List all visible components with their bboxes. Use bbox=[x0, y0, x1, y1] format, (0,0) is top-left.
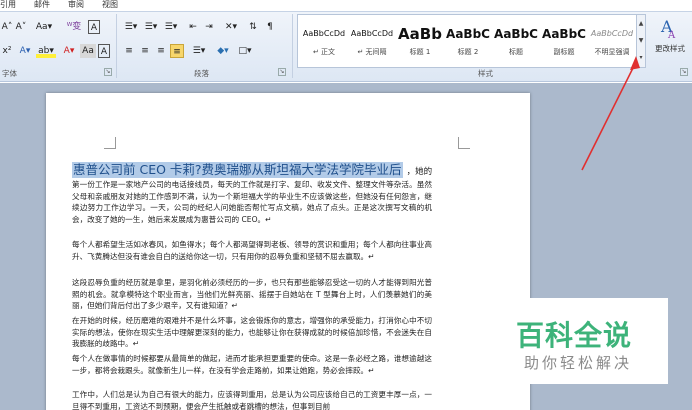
body-paragraph[interactable]: 每个人在做事情的时候都要从最简单的做起，进而才能承担更重要的使命。这是一条必经之… bbox=[72, 353, 432, 376]
chinese-layout-button[interactable]: ✕▾ bbox=[222, 20, 240, 34]
ribbon: 引用 邮件 审阅 视图 A˄ A˅ Aa▾ ᵂ变 A x² A▾ ab▾ A▾ … bbox=[0, 0, 692, 82]
style-sample: AaBb bbox=[398, 25, 442, 43]
tab-view[interactable]: 视图 bbox=[102, 0, 118, 10]
paragraph-row-1: ☰▾ ☰▾ ☰▾ ⇤ ⇥ ✕▾ ⇅ ¶ bbox=[120, 20, 292, 36]
tab-references[interactable]: 引用 bbox=[0, 0, 16, 10]
style-subtitle[interactable]: AaBbC 副标题 bbox=[540, 17, 588, 65]
bullets-button[interactable]: ☰▾ bbox=[122, 20, 140, 34]
group-divider bbox=[116, 14, 117, 78]
justify-button[interactable]: ≡ bbox=[170, 44, 184, 58]
watermark-title: 百科全说 bbox=[516, 319, 633, 352]
style-sample: AaBbCcDd bbox=[590, 29, 634, 38]
numbering-button[interactable]: ☰▾ bbox=[142, 20, 160, 34]
shading-button[interactable]: ◆▾ bbox=[214, 44, 232, 58]
paragraph-group-label: 段落 bbox=[194, 69, 209, 78]
sort-button[interactable]: ⇅ bbox=[246, 20, 260, 34]
align-center-button[interactable]: ≡ bbox=[138, 44, 152, 58]
style-title[interactable]: AaBbC 标题 bbox=[492, 17, 540, 65]
gallery-up-button[interactable]: ▲ bbox=[637, 15, 645, 32]
watermark-subtitle: 助你轻松解决 bbox=[524, 354, 633, 372]
change-case-button[interactable]: Aa▾ bbox=[34, 20, 54, 34]
shrink-font-button[interactable]: A˅ bbox=[14, 20, 28, 34]
style-subtle-emphasis[interactable]: AaBbCcDd 不明显强调 bbox=[588, 17, 636, 65]
borders-button[interactable]: □▾ bbox=[236, 44, 254, 58]
change-styles-button[interactable]: A A 更改样式 bbox=[650, 14, 690, 68]
group-divider bbox=[292, 14, 293, 78]
styles-gallery: AaBbCcDd ↵ 正文 AaBbCcDd ↵ 无间隔 AaBb 标题 1 A… bbox=[297, 14, 645, 68]
font-dialog-launcher[interactable]: ↘ bbox=[104, 68, 112, 76]
enclose-char-button[interactable]: A bbox=[88, 20, 100, 34]
style-heading-1[interactable]: AaBb 标题 1 bbox=[396, 17, 444, 65]
ribbon-tabs: 引用 邮件 审阅 视图 bbox=[0, 0, 692, 12]
body-paragraph[interactable]: 工作中，人们总是认为自己有很大的能力，应该得到重用，总是认为公司应该给自己的工资… bbox=[72, 389, 432, 410]
style-name: 标题 1 bbox=[409, 48, 431, 56]
decrease-indent-button[interactable]: ⇤ bbox=[186, 20, 200, 34]
margin-corner-mark bbox=[458, 137, 470, 149]
highlight-color-button[interactable]: ab▾ bbox=[36, 44, 56, 58]
change-styles-icon: A A bbox=[660, 17, 676, 41]
font-group-label: 字体 bbox=[2, 69, 17, 78]
watermark: 百科全说 助你轻松解决 bbox=[500, 298, 668, 384]
body-paragraph[interactable]: 第一份工作是一家地产公司的电话接线员，每天的工作就是打字、复印、收发文件、整理文… bbox=[72, 179, 432, 225]
multilevel-list-button[interactable]: ☰▾ bbox=[162, 20, 180, 34]
style-sample: AaBbC bbox=[446, 27, 490, 41]
body-paragraph[interactable]: 这段忍辱负重的经历就是拿里，是羽化前必须经历的一步，也只有那些能够忍受这一切的人… bbox=[72, 277, 432, 312]
style-sample: AaBbC bbox=[542, 27, 586, 41]
paragraph-row-2: ≡ ≡ ≡ ≡ ☰▾ ◆▾ □▾ bbox=[120, 44, 292, 60]
style-sample: AaBbC bbox=[494, 27, 538, 41]
selected-title-line[interactable]: 惠普公司前 CEO 卡莉?费奥瑞娜从斯坦福大学法学院毕业后 ，她的 bbox=[72, 159, 432, 178]
styles-group-label: 样式 bbox=[478, 69, 493, 78]
char-shading-button[interactable]: Aa bbox=[80, 44, 96, 58]
tab-mailings[interactable]: 邮件 bbox=[34, 0, 50, 10]
styles-dialog-launcher[interactable]: ↘ bbox=[680, 68, 688, 76]
style-sample: AaBbCcDd bbox=[350, 29, 394, 38]
paragraph-dialog-launcher[interactable]: ↘ bbox=[278, 68, 286, 76]
font-color-button[interactable]: A▾ bbox=[60, 44, 78, 58]
style-normal[interactable]: AaBbCcDd ↵ 正文 bbox=[300, 17, 348, 65]
style-name: ↵ 无间隔 bbox=[357, 48, 387, 56]
style-name: ↵ 正文 bbox=[312, 48, 336, 56]
increase-indent-button[interactable]: ⇥ bbox=[202, 20, 216, 34]
superscript-button[interactable]: x² bbox=[0, 44, 14, 58]
margin-corner-mark bbox=[104, 137, 116, 149]
style-sample: AaBbCcDd bbox=[302, 29, 346, 38]
style-name: 标题 bbox=[509, 48, 523, 56]
title-tail: ，她的 bbox=[406, 167, 433, 177]
style-name: 不明显强调 bbox=[594, 48, 630, 56]
tab-review[interactable]: 审阅 bbox=[68, 0, 84, 10]
show-marks-button[interactable]: ¶ bbox=[264, 20, 276, 34]
grow-font-button[interactable]: A˄ bbox=[0, 20, 14, 34]
body-paragraph[interactable]: 在开始的时候，经历磨难的艰难并不是什么坏事，这会锻炼你的意志，增强你的承受能力，… bbox=[72, 315, 432, 350]
align-right-button[interactable]: ≡ bbox=[154, 44, 168, 58]
change-styles-label: 更改样式 bbox=[655, 44, 685, 53]
selected-title-text[interactable]: 惠普公司前 CEO 卡莉?费奥瑞娜从斯坦福大学法学院毕业后 bbox=[72, 162, 403, 178]
svg-text:A: A bbox=[667, 30, 676, 40]
char-border-button[interactable]: A bbox=[98, 44, 110, 58]
phonetic-guide-button[interactable]: ᵂ变 bbox=[62, 20, 86, 34]
style-name: 副标题 bbox=[553, 48, 575, 56]
style-name: 标题 2 bbox=[457, 48, 479, 56]
body-paragraph[interactable]: 每个人都希望生活如冰春风，如鱼得水；每个人都渴望得到老板、领导的赏识和重用；每个… bbox=[72, 239, 432, 262]
font-row-2: x² A▾ ab▾ A▾ Aa A bbox=[0, 44, 120, 60]
font-row-1: A˄ A˅ Aa▾ ᵂ变 A bbox=[0, 20, 120, 36]
style-heading-2[interactable]: AaBbC 标题 2 bbox=[444, 17, 492, 65]
gallery-more-button[interactable]: ▾ bbox=[637, 49, 645, 66]
gallery-scroll: ▲ ▼ ▾ bbox=[636, 14, 646, 68]
line-spacing-button[interactable]: ☰▾ bbox=[190, 44, 208, 58]
text-effects-button[interactable]: A▾ bbox=[16, 44, 34, 58]
gallery-down-button[interactable]: ▼ bbox=[637, 32, 645, 49]
style-no-spacing[interactable]: AaBbCcDd ↵ 无间隔 bbox=[348, 17, 396, 65]
align-left-button[interactable]: ≡ bbox=[122, 44, 136, 58]
